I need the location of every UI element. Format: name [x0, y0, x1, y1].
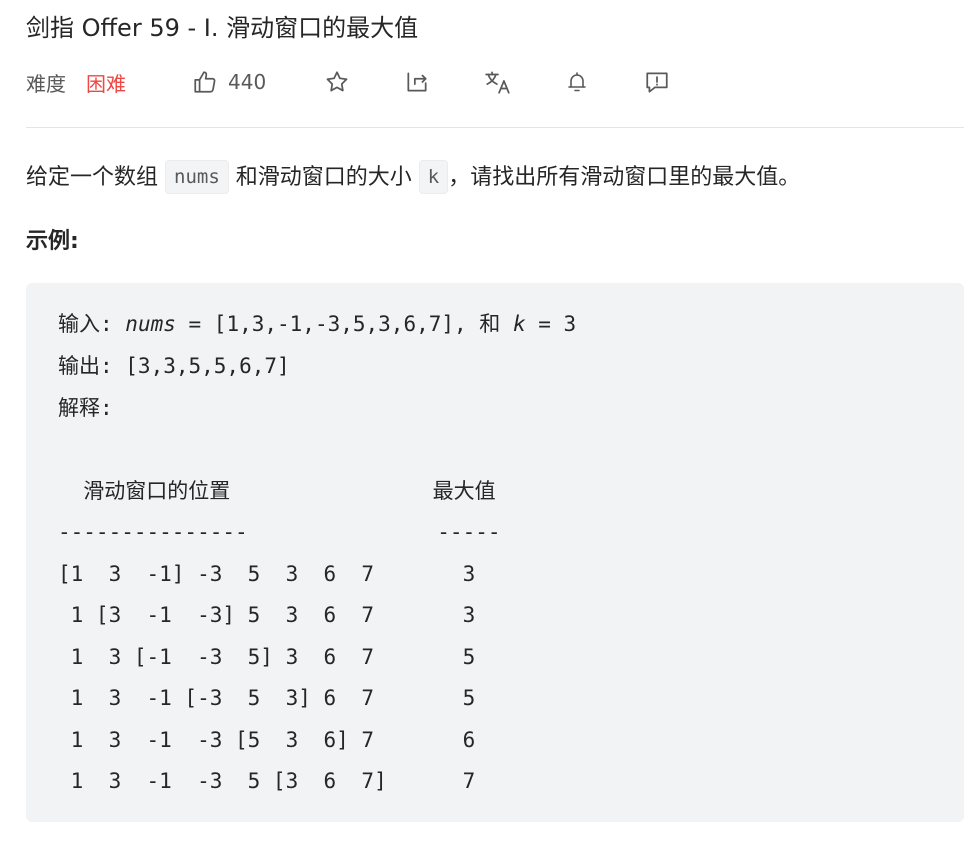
example-input-line: 输入: nums = [1,3,-1,-3,5,3,6,7], 和 k = 3: [58, 309, 576, 339]
example-code-block: 输入: nums = [1,3,-1,-3,5,3,6,7], 和 k = 3 …: [26, 283, 964, 822]
difficulty-label: 难度: [26, 71, 66, 96]
input-var-nums: nums: [125, 312, 176, 336]
table-header: 滑动窗口的位置 最大值: [58, 479, 496, 503]
problem-title: 剑指 Offer 59 - I. 滑动窗口的最大值: [26, 14, 419, 42]
table-row: 1 3 [-1 -3 5] 3 6 7 5: [58, 645, 476, 669]
example-explain-label: 解释:: [58, 396, 113, 420]
example-output-line: 输出: [3,3,5,5,6,7]: [58, 354, 290, 378]
table-row: [1 3 -1] -3 5 3 6 7 3: [58, 562, 476, 586]
table-rule: --------------- -----: [58, 520, 501, 544]
subscribe-button[interactable]: [565, 64, 589, 100]
example-heading: 示例:: [26, 229, 79, 254]
share-button[interactable]: [404, 64, 430, 100]
translate-icon: [484, 69, 512, 95]
table-row: 1 [3 -1 -3] 5 3 6 7 3: [58, 603, 476, 627]
like-button[interactable]: 440: [192, 64, 266, 100]
problem-description: 给定一个数组 nums 和滑动窗口的大小 k ，请找出所有滑动窗口里的最大值。: [26, 158, 800, 198]
description-text: ，请找出所有滑动窗口里的最大值。: [448, 165, 801, 190]
header-divider: [26, 127, 964, 128]
difficulty-row: 难度 困难: [26, 64, 126, 100]
table-row: 1 3 -1 [-3 5 3] 6 7 5: [58, 686, 476, 710]
star-icon: [324, 69, 350, 95]
input-value-k: = 3: [525, 312, 577, 336]
table-row: 1 3 -1 -3 5 [3 6 7] 7: [58, 769, 476, 793]
input-value: = [1,3,-1,-3,5,3,6,7], 和: [175, 312, 513, 336]
inline-code-nums: nums: [165, 160, 229, 194]
like-count: 440: [228, 70, 267, 94]
translate-button[interactable]: [484, 64, 512, 100]
description-text: 和滑动窗口的大小: [228, 165, 419, 190]
bell-icon: [565, 69, 589, 95]
difficulty-badge: 困难: [86, 71, 126, 96]
input-var-k: k: [512, 312, 526, 336]
table-row: 1 3 -1 -3 [5 3 6] 7 6: [58, 728, 476, 752]
input-label: 输入:: [58, 312, 126, 336]
description-text: 给定一个数组: [26, 165, 165, 190]
share-icon: [404, 69, 430, 95]
thumbs-up-icon: [192, 69, 218, 95]
feedback-button[interactable]: [644, 64, 670, 100]
favorite-button[interactable]: [324, 64, 350, 100]
feedback-icon: [644, 69, 670, 95]
inline-code-k: k: [418, 160, 449, 194]
